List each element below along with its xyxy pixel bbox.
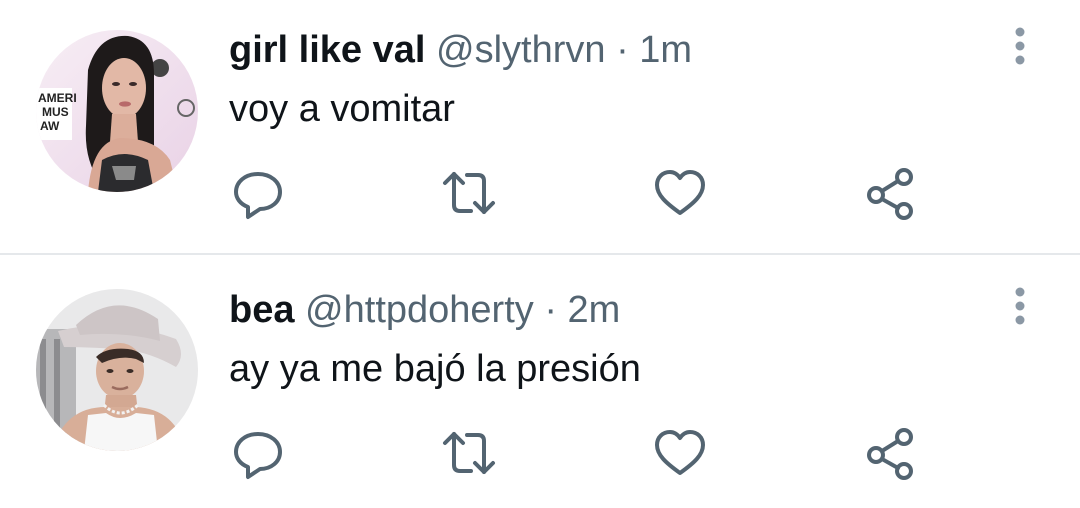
- heart-icon: [655, 170, 705, 215]
- timestamp[interactable]: 1m: [639, 29, 692, 71]
- retweet-button[interactable]: [441, 165, 497, 221]
- like-button[interactable]: [652, 165, 708, 221]
- reply-icon: [234, 432, 282, 479]
- tweet[interactable]: bea @httpdoherty · 2m ay ya me bajó la p…: [0, 255, 1080, 508]
- reply-button[interactable]: [230, 165, 286, 221]
- user-handle[interactable]: @httpdoherty: [305, 289, 534, 331]
- retweet-icon: [443, 432, 495, 474]
- tweet-header: girl like val @slythrvn · 1m: [229, 28, 692, 72]
- user-handle[interactable]: @slythrvn: [436, 29, 606, 71]
- avatar-backdrop-text: AW: [40, 119, 60, 133]
- timeline-feed: AMERI MUS AW girl like val @slythrvn · 1…: [0, 0, 1080, 508]
- more-options-button[interactable]: [1004, 22, 1036, 72]
- tweet-header: bea @httpdoherty · 2m: [229, 288, 620, 332]
- heart-icon: [655, 430, 705, 475]
- tweet-text: ay ya me bajó la presión: [229, 348, 641, 390]
- timestamp[interactable]: 2m: [568, 289, 621, 331]
- avatar-backdrop-text: MUS: [42, 105, 69, 119]
- share-button[interactable]: [862, 425, 918, 481]
- tweet-text: voy a vomitar: [229, 88, 455, 130]
- separator-dot: ·: [544, 289, 557, 331]
- retweet-icon: [443, 172, 495, 214]
- share-button[interactable]: [862, 165, 918, 221]
- display-name[interactable]: girl like val: [229, 29, 425, 71]
- more-options-button[interactable]: [1004, 282, 1036, 332]
- reply-icon: [234, 172, 282, 219]
- avatar[interactable]: AMERI MUS AW: [36, 30, 198, 192]
- more-vertical-icon: [1015, 287, 1025, 325]
- avatar-backdrop-text: AMERI: [38, 91, 77, 105]
- share-icon: [867, 428, 913, 480]
- share-icon: [867, 168, 913, 220]
- display-name[interactable]: bea: [229, 289, 294, 331]
- more-vertical-icon: [1015, 27, 1025, 65]
- like-button[interactable]: [652, 425, 708, 481]
- retweet-button[interactable]: [441, 425, 497, 481]
- tweet[interactable]: AMERI MUS AW girl like val @slythrvn · 1…: [0, 0, 1080, 253]
- avatar[interactable]: [36, 289, 198, 451]
- reply-button[interactable]: [230, 425, 286, 481]
- separator-dot: ·: [616, 29, 629, 71]
